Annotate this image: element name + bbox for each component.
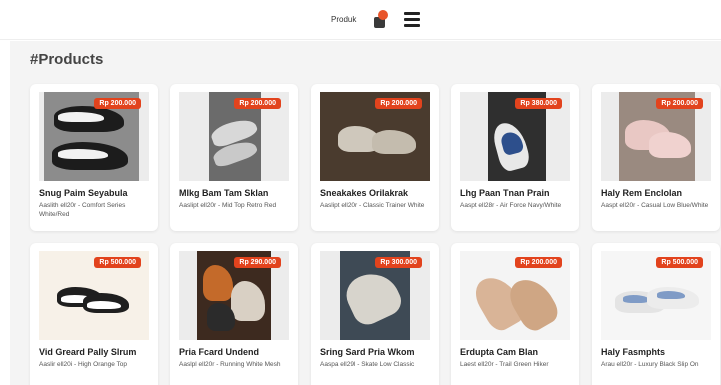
product-image: Rp 500.000 — [601, 251, 711, 340]
hamburger-menu-icon[interactable] — [404, 11, 420, 27]
product-name: Haly Fasmphts — [601, 347, 666, 357]
price-badge: Rp 500.000 — [656, 257, 703, 268]
product-image: Rp 200.000 — [39, 92, 149, 181]
product-name: Erdupta Cam Blan — [460, 347, 539, 357]
product-image: Rp 380.000 — [460, 92, 570, 181]
product-card[interactable]: Rp 200.000 Sneakakes Orilakrak Aaslipt e… — [311, 84, 439, 231]
product-description: Aaslpl ell20r - Running White Mesh — [179, 361, 281, 368]
product-description: Aaslir ell20i - High Orange Top — [39, 361, 128, 368]
product-description: Aaspt ell28r - Air Force Navy/White — [460, 202, 562, 209]
nav-produk-link[interactable]: Produk — [331, 15, 356, 24]
product-card[interactable]: Rp 290.000 Pria Fcard Undend Aaslpl ell2… — [170, 243, 298, 385]
price-badge: Rp 380.000 — [515, 98, 562, 109]
product-name: Pria Fcard Undend — [179, 347, 260, 357]
product-description: Aaslipt ell20r - Classic Trainer White — [320, 202, 425, 209]
product-card[interactable]: Rp 500.000 Vid Greard Pally Slrum Aaslir… — [30, 243, 158, 385]
product-card[interactable]: Rp 200.000 Erdupta Cam Blan Laest ell20r… — [451, 243, 579, 385]
product-description: Aaspa ell29l - Skate Low Classic — [320, 361, 415, 368]
product-description: Aaspt ell20r - Casual Low Blue/White — [601, 202, 709, 209]
product-card[interactable]: Rp 200.000 Mlkg Bam Tam Sklan Aaslipt el… — [170, 84, 298, 231]
product-description: Laest ell20r - Trail Green Hiker — [460, 361, 549, 368]
top-navbar: Produk — [0, 0, 721, 40]
product-image: Rp 300.000 — [320, 251, 430, 340]
product-name: Lhg Paan Tnan Prain — [460, 188, 550, 198]
product-name: Sring Sard Pria Wkom — [320, 347, 415, 357]
product-name: Sneakakes Orilakrak — [320, 188, 409, 198]
price-badge: Rp 200.000 — [375, 98, 422, 109]
product-image: Rp 290.000 — [179, 251, 289, 340]
product-name: Snug Paim Seyabula — [39, 188, 128, 198]
product-description: Aaslith ell20r - Comfort Series White/Re… — [39, 202, 126, 218]
product-card[interactable]: Rp 380.000 Lhg Paan Tnan Prain Aaspt ell… — [451, 84, 579, 231]
price-badge: Rp 300.000 — [375, 257, 422, 268]
product-description: Arau ell20r - Luxury Black Slip On — [601, 361, 699, 368]
product-name: Mlkg Bam Tam Sklan — [179, 188, 269, 198]
price-badge: Rp 200.000 — [94, 98, 141, 109]
main-content: #Products Rp 200.000 Snug Paim Seyabula … — [10, 41, 721, 385]
price-badge: Rp 200.000 — [234, 98, 281, 109]
price-badge: Rp 200.000 — [515, 257, 562, 268]
product-image: Rp 200.000 — [601, 92, 711, 181]
product-description: Aaslipt ell20r - Mid Top Retro Red — [179, 202, 277, 209]
cart-icon[interactable] — [374, 10, 388, 28]
price-badge: Rp 290.000 — [234, 257, 281, 268]
product-image: Rp 200.000 — [460, 251, 570, 340]
product-image: Rp 200.000 — [320, 92, 430, 181]
product-name: Vid Greard Pally Slrum — [39, 347, 137, 357]
product-image: Rp 200.000 — [179, 92, 289, 181]
product-card[interactable]: Rp 500.000 Haly Fasmphts Arau ell20r - L… — [592, 243, 720, 385]
price-badge: Rp 200.000 — [656, 98, 703, 109]
product-name: Haly Rem Enclolan — [601, 188, 683, 198]
product-card[interactable]: Rp 200.000 Snug Paim Seyabula Aaslith el… — [30, 84, 158, 231]
cart-badge-dot — [378, 10, 388, 20]
section-title: #Products — [30, 51, 104, 68]
price-badge: Rp 500.000 — [94, 257, 141, 268]
product-card[interactable]: Rp 300.000 Sring Sard Pria Wkom Aaspa el… — [311, 243, 439, 385]
product-card[interactable]: Rp 200.000 Haly Rem Enclolan Aaspt ell20… — [592, 84, 720, 231]
product-image: Rp 500.000 — [39, 251, 149, 340]
